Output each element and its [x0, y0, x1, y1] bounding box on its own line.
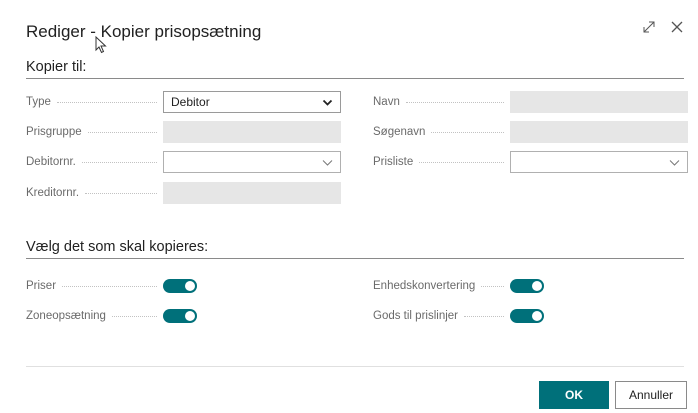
price-list-field[interactable]	[510, 151, 688, 173]
price-list-row: Prisliste	[373, 151, 688, 173]
price-group-row: Prisgruppe	[26, 121, 341, 143]
prices-row: Priser	[26, 275, 197, 297]
price-list-label: Prisliste	[373, 156, 414, 168]
prices-toggle[interactable]	[163, 279, 197, 293]
footer-divider	[26, 366, 684, 367]
copy-what-heading: Vælg det som skal kopieres:	[26, 239, 209, 255]
freight-row: Gods til prislinjer	[373, 305, 544, 327]
vendor-no-row: Kreditornr.	[26, 182, 341, 204]
name-row: Navn	[373, 91, 688, 113]
copy-to-heading: Kopier til:	[26, 59, 87, 75]
name-field	[510, 91, 688, 113]
copy-to-divider	[26, 78, 684, 79]
price-group-field	[163, 121, 341, 143]
close-icon[interactable]	[670, 20, 684, 34]
expand-icon[interactable]	[642, 20, 656, 34]
search-name-label: Søgenavn	[373, 126, 426, 138]
customer-no-row: Debitornr.	[26, 151, 341, 173]
vendor-no-field	[163, 182, 341, 204]
chevron-down-icon	[322, 160, 333, 166]
dialog-title: Rediger - Kopier prisopsætning	[26, 22, 262, 41]
customer-no-field[interactable]	[163, 151, 341, 173]
zone-setup-toggle[interactable]	[163, 309, 197, 323]
search-name-row: Søgenavn	[373, 121, 688, 143]
cancel-button[interactable]: Annuller	[615, 381, 687, 409]
prices-label: Priser	[26, 280, 57, 292]
freight-toggle[interactable]	[510, 309, 544, 323]
type-row: Type Debitor	[26, 91, 341, 113]
price-group-label: Prisgruppe	[26, 126, 82, 138]
type-select[interactable]: Debitor	[163, 91, 341, 113]
dialog-header-actions	[642, 20, 684, 34]
search-name-field	[510, 121, 688, 143]
zone-setup-label: Zoneopsætning	[26, 310, 106, 322]
unit-conversion-toggle[interactable]	[510, 279, 544, 293]
chevron-down-icon	[322, 99, 333, 106]
unit-conversion-label: Enhedskonvertering	[373, 280, 476, 292]
zone-setup-row: Zoneopsætning	[26, 305, 197, 327]
mouse-pointer-icon	[95, 36, 107, 54]
chevron-down-icon	[669, 160, 680, 166]
ok-button[interactable]: OK	[539, 381, 609, 409]
customer-no-label: Debitornr.	[26, 156, 76, 168]
unit-conversion-row: Enhedskonvertering	[373, 275, 544, 297]
copy-price-setup-dialog: Rediger - Kopier prisopsætning Kopier ti…	[0, 0, 698, 413]
name-label: Navn	[373, 96, 400, 108]
freight-label: Gods til prislinjer	[373, 310, 458, 322]
copy-what-divider	[26, 258, 684, 259]
type-value: Debitor	[171, 95, 210, 109]
vendor-no-label: Kreditornr.	[26, 187, 80, 199]
type-label: Type	[26, 96, 51, 108]
